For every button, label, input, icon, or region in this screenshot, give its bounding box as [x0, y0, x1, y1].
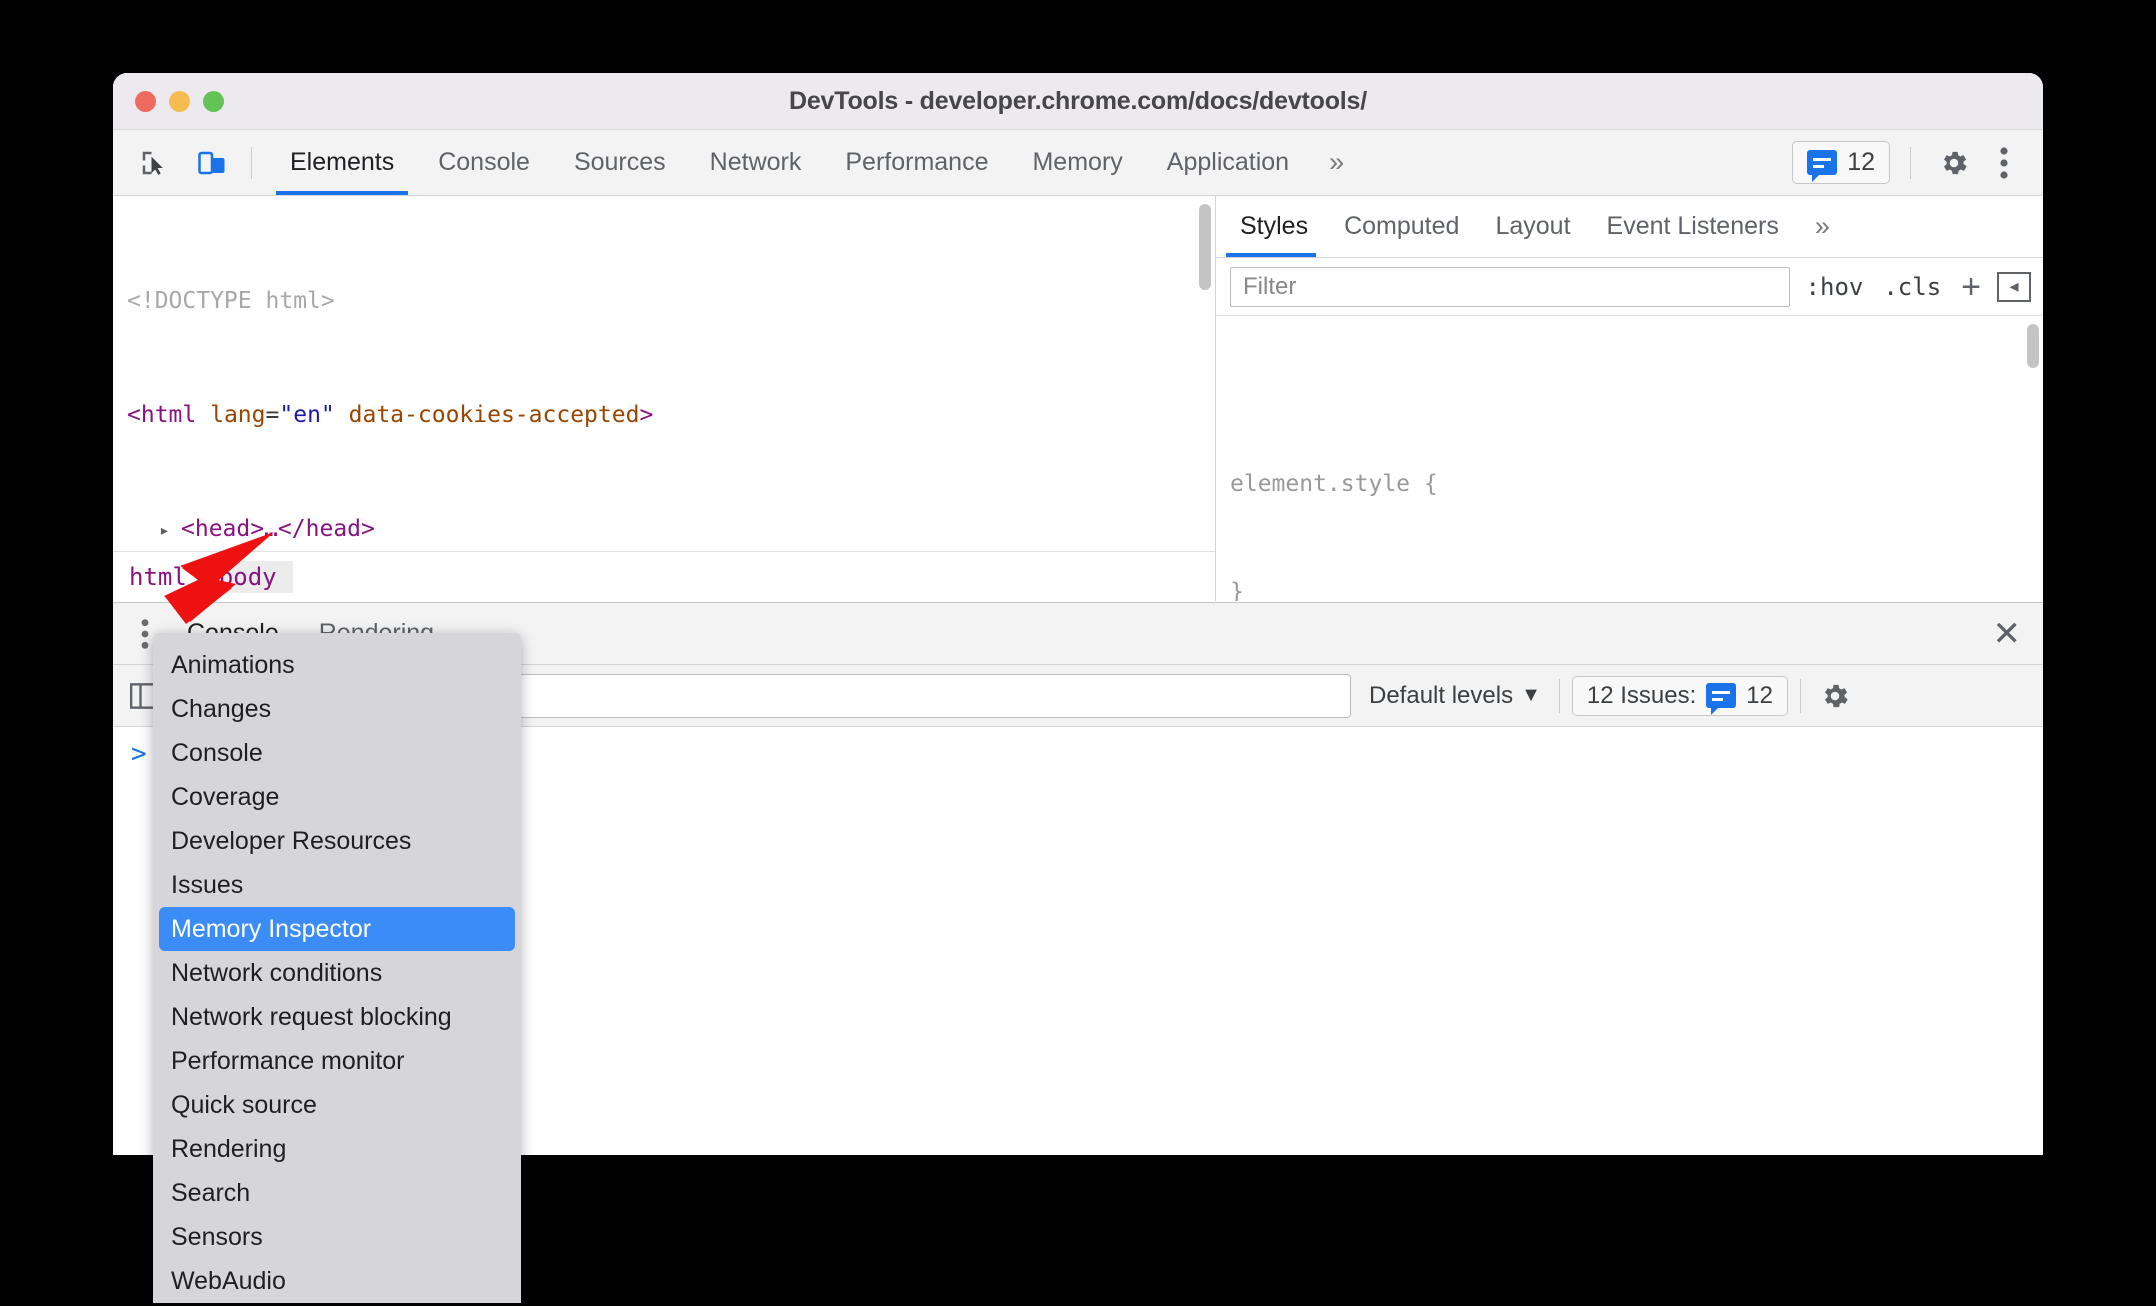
styles-filter-input[interactable]: Filter — [1230, 266, 1790, 307]
tab-sources[interactable]: Sources — [552, 130, 688, 195]
console-issues-count: 12 — [1746, 681, 1773, 709]
breadcrumb-item-body[interactable]: body — [202, 560, 293, 593]
menu-item-quick-source[interactable]: Quick source — [153, 1083, 521, 1127]
tab-layout[interactable]: Layout — [1477, 196, 1588, 257]
dom-tree: <!DOCTYPE html> <html lang="en" data-coo… — [113, 196, 1215, 601]
styles-filter-placeholder: Filter — [1243, 272, 1297, 300]
console-issues-label: 12 Issues: — [1586, 681, 1697, 709]
issues-badge-count: 12 — [1847, 148, 1875, 176]
close-icon[interactable]: ✕ — [1993, 603, 2022, 664]
panel-content: <!DOCTYPE html> <html lang="en" data-coo… — [113, 196, 2043, 601]
tab-performance-label: Performance — [845, 148, 989, 176]
menu-item-rendering[interactable]: Rendering — [153, 1127, 521, 1171]
tab-network[interactable]: Network — [688, 130, 824, 195]
tab-console-label: Console — [438, 148, 530, 176]
console-toolbar-divider-2 — [1799, 678, 1801, 713]
kebab-menu-icon[interactable] — [1981, 140, 2027, 186]
menu-item-search[interactable]: Search — [153, 1171, 521, 1215]
console-toolbar-divider — [1558, 678, 1560, 713]
styles-more-tabs-chevron-icon[interactable]: » — [1797, 196, 1848, 257]
inspect-element-icon[interactable] — [131, 140, 177, 186]
console-issues-bubble-icon — [1706, 683, 1737, 715]
element-style-selector: element.style { — [1230, 471, 1438, 497]
console-settings-gear-icon[interactable] — [1813, 674, 1857, 718]
toolbar-right-group: 12 — [1792, 130, 2027, 195]
tab-performance[interactable]: Performance — [823, 130, 1010, 195]
toolbar-divider-2 — [1910, 146, 1911, 179]
dom-line-doctype[interactable]: <!DOCTYPE html> — [113, 282, 1215, 320]
more-panels-chevron-icon[interactable]: » — [1311, 130, 1362, 195]
menu-item-developer-resources[interactable]: Developer Resources — [153, 819, 521, 863]
menu-item-webaudio[interactable]: WebAudio — [153, 1259, 521, 1303]
menu-item-performance-monitor[interactable]: Performance monitor — [153, 1039, 521, 1083]
style-rules: element.style { } body { (index):1 min-h… — [1216, 316, 2043, 601]
screenshot-root: DevTools - developer.chrome.com/docs/dev… — [0, 0, 2156, 1306]
tab-application[interactable]: Application — [1145, 130, 1311, 195]
menu-item-issues[interactable]: Issues — [153, 863, 521, 907]
styles-tabs: Styles Computed Layout Event Listeners » — [1216, 196, 2043, 258]
console-issues-button[interactable]: 12 Issues: 12 — [1571, 675, 1788, 716]
dom-tree-pane[interactable]: <!DOCTYPE html> <html lang="en" data-coo… — [113, 196, 1215, 601]
element-style-close: } — [1230, 579, 1244, 601]
dom-tree-scrollbar[interactable] — [1199, 204, 1211, 290]
menu-item-network-request-blocking[interactable]: Network request blocking — [153, 995, 521, 1039]
device-toolbar-icon[interactable] — [189, 140, 235, 186]
tab-elements[interactable]: Elements — [268, 130, 416, 195]
window-titlebar: DevTools - developer.chrome.com/docs/dev… — [113, 73, 2043, 130]
cls-button[interactable]: .cls — [1879, 273, 1945, 301]
log-levels-dropdown[interactable]: Default levels ▼ — [1363, 682, 1547, 710]
menu-item-network-conditions[interactable]: Network conditions — [153, 951, 521, 995]
tab-application-label: Application — [1166, 148, 1290, 176]
log-levels-label: Default levels — [1369, 681, 1514, 709]
tab-computed[interactable]: Computed — [1326, 196, 1477, 257]
tab-event-listeners[interactable]: Event Listeners — [1589, 196, 1797, 257]
more-tools-dropdown-menu: Animations Changes Console Coverage Deve… — [153, 633, 521, 1303]
styles-pane: Styles Computed Layout Event Listeners »… — [1215, 196, 2043, 601]
gear-icon[interactable] — [1931, 140, 1977, 186]
menu-item-console[interactable]: Console — [153, 731, 521, 775]
console-prompt-caret: > — [131, 739, 147, 769]
tab-elements-label: Elements — [290, 148, 395, 176]
menu-item-changes[interactable]: Changes — [153, 687, 521, 731]
toolbar-divider — [251, 146, 252, 179]
tab-sources-label: Sources — [573, 148, 666, 176]
tab-network-label: Network — [709, 148, 802, 176]
menu-item-animations[interactable]: Animations — [153, 643, 521, 687]
tab-memory-label: Memory — [1032, 148, 1123, 176]
window-title: DevTools - developer.chrome.com/docs/dev… — [789, 86, 1367, 115]
styles-filter-bar: Filter :hov .cls + ◂ — [1216, 258, 2043, 316]
tab-console[interactable]: Console — [416, 130, 552, 195]
style-rule-element-style[interactable]: element.style { } — [1216, 388, 2043, 601]
menu-item-sensors[interactable]: Sensors — [153, 1215, 521, 1259]
menu-item-memory-inspector[interactable]: Memory Inspector — [159, 907, 515, 951]
new-style-rule-button[interactable]: + — [1957, 270, 1985, 304]
issues-badge-button[interactable]: 12 — [1792, 141, 1890, 184]
dom-line-head[interactable]: ▸ <head>…</head> — [113, 510, 1215, 550]
hov-button[interactable]: :hov — [1802, 273, 1868, 301]
toggle-sidebar-icon[interactable]: ◂ — [1997, 271, 2031, 302]
issues-bubble-icon — [1807, 150, 1838, 182]
panel-tabs: Elements Console Sources Network Perform… — [268, 130, 1362, 195]
menu-item-coverage[interactable]: Coverage — [153, 775, 521, 819]
tab-memory[interactable]: Memory — [1010, 130, 1144, 195]
styles-scrollbar[interactable] — [2027, 324, 2039, 368]
breadcrumb: html body — [113, 551, 1215, 601]
dom-line-html[interactable]: <html lang="en" data-cookies-accepted> — [113, 396, 1215, 434]
main-toolbar: Elements Console Sources Network Perform… — [113, 130, 2043, 196]
chevron-down-icon: ▼ — [1521, 684, 1541, 706]
tab-styles[interactable]: Styles — [1216, 196, 1326, 257]
breadcrumb-item-html[interactable]: html — [113, 561, 203, 593]
